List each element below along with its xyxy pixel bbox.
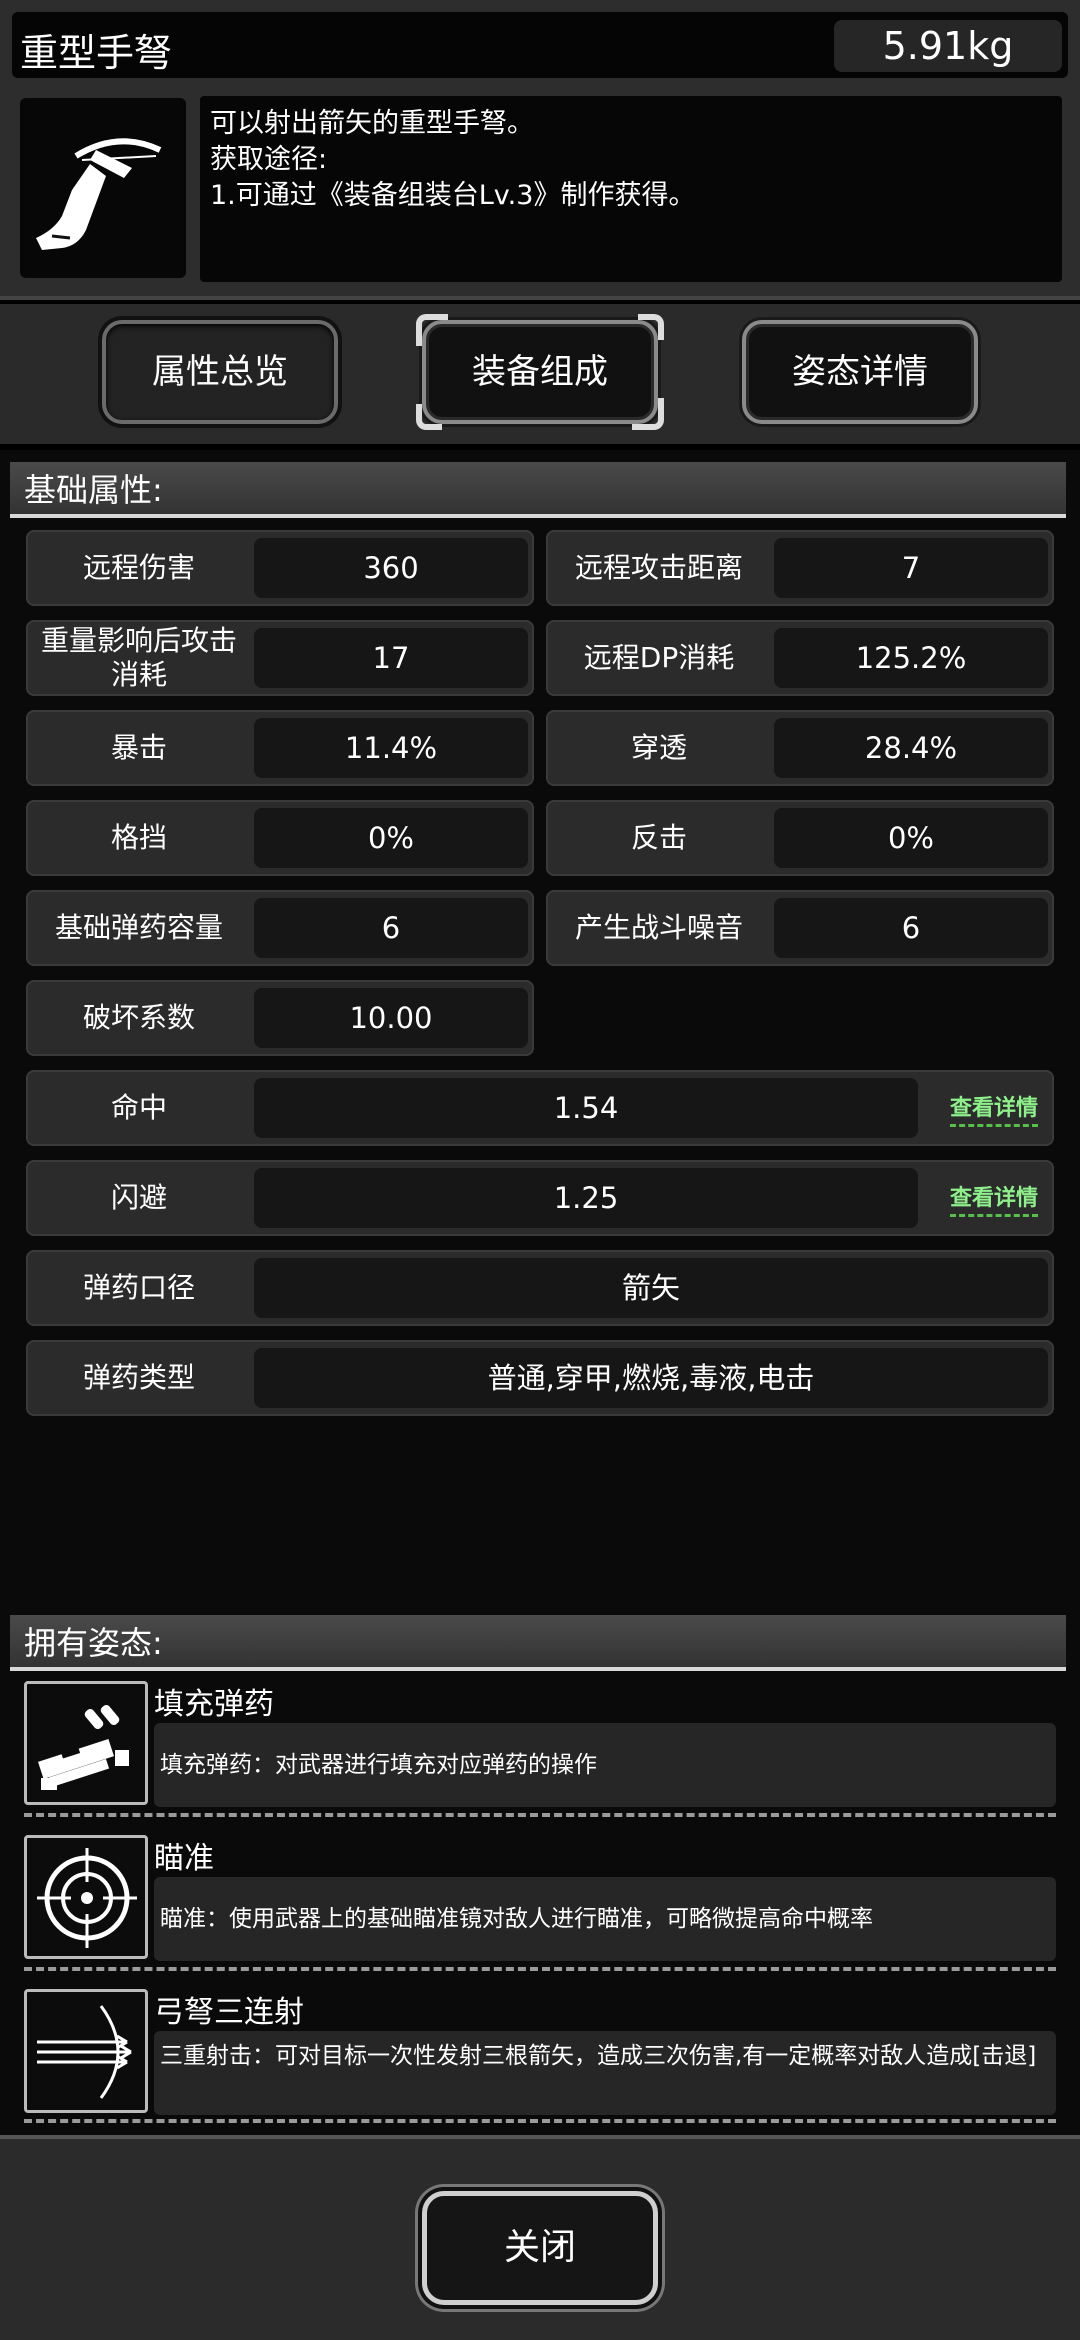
pose-divider: [24, 2119, 1056, 2123]
footer-bar: 关闭: [0, 2135, 1080, 2340]
attr-label: 远程伤害: [82, 551, 195, 584]
attr-label: 重量影响后攻击消耗: [40, 624, 237, 691]
attr-hit-rate: 命中 1.54 查看详情: [26, 1070, 1054, 1146]
desc-line: 可以射出箭矢的重型手弩。: [210, 108, 534, 139]
pose-name: 瞄准: [154, 1841, 214, 1876]
desc-line: 1.可通过《装备组装台Lv.3》制作获得。: [210, 180, 696, 211]
desc-line: 获取途径:: [210, 144, 328, 175]
attr-ammo-type: 弹药类型 普通,穿甲,燃烧,毒液,电击: [26, 1340, 1054, 1416]
item-description: 可以射出箭矢的重型手弩。 获取途径: 1.可通过《装备组装台Lv.3》制作获得。: [200, 96, 1062, 282]
attr-penetration: 穿透 28.4%: [546, 710, 1054, 786]
attr-label: 命中: [110, 1091, 167, 1124]
attr-value: 普通,穿甲,燃烧,毒液,电击: [254, 1348, 1048, 1408]
attr-value: 10.00: [254, 988, 528, 1048]
crosshair-icon: [24, 1835, 148, 1959]
attr-label: 闪避: [110, 1181, 167, 1214]
view-details-link-dodge[interactable]: 查看详情: [949, 1180, 1038, 1217]
item-name: 重型手弩: [20, 31, 173, 75]
item-detail-screen: 重型手弩 5.91kg 可以射出箭矢的重型手弩。 获取途径: 1.可通过《装备组…: [0, 0, 1080, 2340]
attr-dodge: 闪避 1.25 查看详情: [26, 1160, 1054, 1236]
close-button[interactable]: 关闭: [422, 2191, 658, 2305]
attr-value: 1.25: [254, 1168, 918, 1228]
attr-ammo-capacity: 基础弹药容量 6: [26, 890, 534, 966]
attr-label: 反击: [630, 821, 687, 854]
tab-label: 装备组成: [472, 352, 608, 392]
attr-ammo-caliber: 弹药口径 箭矢: [26, 1250, 1054, 1326]
attr-value: 28.4%: [774, 718, 1048, 778]
attr-critical: 暴击 11.4%: [26, 710, 534, 786]
section-header-base-attributes: 基础属性:: [10, 462, 1066, 518]
attr-label: 穿透: [630, 731, 687, 764]
attribute-panel: 基础属性: 远程伤害 360 远程攻击距离 7 重量影响后攻击消耗 17 远程D…: [0, 450, 1080, 1605]
attr-combat-noise: 产生战斗噪音 6: [546, 890, 1054, 966]
attr-value: 1.54: [254, 1078, 918, 1138]
attr-ranged-range: 远程攻击距离 7: [546, 530, 1054, 606]
section-header-poses: 拥有姿态:: [10, 1615, 1066, 1671]
attr-label: 暴击: [110, 731, 167, 764]
attr-value: 0%: [774, 808, 1048, 868]
attr-value: 7: [774, 538, 1048, 598]
attr-block: 格挡 0%: [26, 800, 534, 876]
attr-label: 破坏系数: [82, 1001, 195, 1034]
attr-ranged-damage: 远程伤害 360: [26, 530, 534, 606]
tab-equipment-composition[interactable]: 装备组成: [416, 314, 664, 430]
tab-bar: 属性总览 装备组成 姿态详情: [0, 304, 1080, 444]
pose-name: 弓弩三连射: [154, 1995, 304, 2030]
attr-value: 箭矢: [254, 1258, 1048, 1318]
attr-value: 6: [254, 898, 528, 958]
pose-panel: 拥有姿态: 填充弹药 填充弹药：对武器进行填充对应弹药的操作 瞄准 瞄准：使用武…: [0, 1605, 1080, 2135]
attr-label: 弹药口径: [82, 1271, 195, 1304]
attr-label: 产生战斗噪音: [574, 911, 743, 944]
pose-description: 填充弹药：对武器进行填充对应弹药的操作: [154, 1723, 1056, 1807]
item-weight: 5.91kg: [834, 20, 1062, 72]
attr-weighted-attack-cost: 重量影响后攻击消耗 17: [26, 620, 534, 696]
pose-description: 瞄准：使用武器上的基础瞄准镜对敌人进行瞄准，可略微提高命中概率: [154, 1877, 1056, 1961]
tab-attribute-overview[interactable]: 属性总览: [102, 320, 338, 424]
attr-value: 17: [254, 628, 528, 688]
attr-counter: 反击 0%: [546, 800, 1054, 876]
pose-description: 三重射击：可对目标一次性发射三根箭矢，造成三次伤害,有一定概率对敌人造成[击退]: [154, 2031, 1056, 2115]
attr-label: 格挡: [110, 821, 167, 854]
tab-pose-details[interactable]: 姿态详情: [742, 320, 978, 424]
attr-label: 基础弹药容量: [54, 911, 223, 944]
attr-value: 11.4%: [254, 718, 528, 778]
attr-value: 125.2%: [774, 628, 1048, 688]
crossbow-icon: [20, 98, 186, 278]
attr-label: 远程攻击距离: [574, 551, 743, 584]
pose-divider: [24, 1967, 1056, 1971]
pose-name: 填充弹药: [154, 1687, 274, 1722]
attr-value: 360: [254, 538, 528, 598]
triple-arrow-icon: [24, 1989, 148, 2113]
attr-destruction-factor: 破坏系数 10.00: [26, 980, 534, 1056]
attr-value: 6: [774, 898, 1048, 958]
item-header: 重型手弩 5.91kg 可以射出箭矢的重型手弩。 获取途径: 1.可通过《装备组…: [0, 0, 1080, 300]
reload-ammo-icon: [24, 1681, 148, 1805]
view-details-link-hit[interactable]: 查看详情: [949, 1090, 1038, 1127]
title-bar: 重型手弩 5.91kg: [12, 12, 1068, 78]
pose-divider: [24, 1813, 1056, 1817]
attr-value: 0%: [254, 808, 528, 868]
attr-label: 弹药类型: [82, 1361, 195, 1394]
attr-label: 远程DP消耗: [583, 641, 735, 674]
attr-ranged-dp-cost: 远程DP消耗 125.2%: [546, 620, 1054, 696]
